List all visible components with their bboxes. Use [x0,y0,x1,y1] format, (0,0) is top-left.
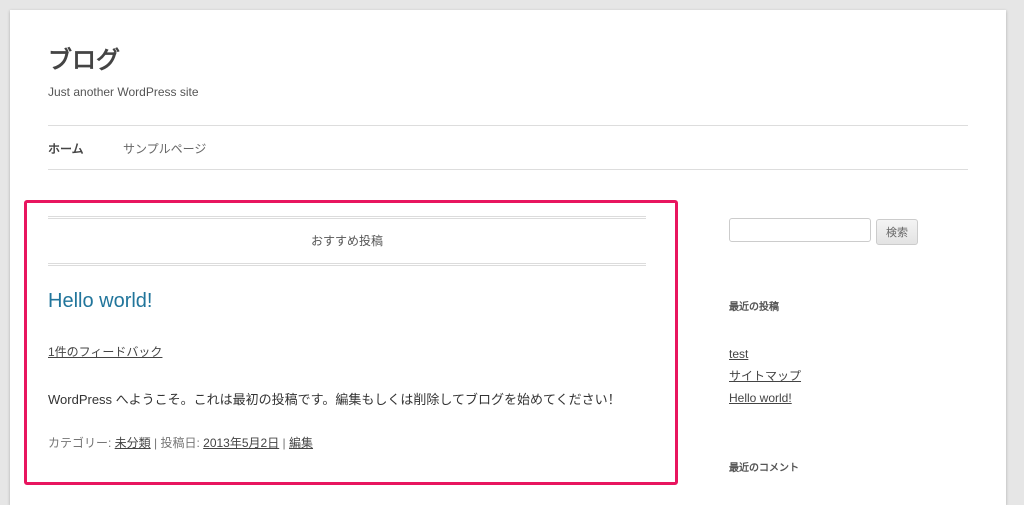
page: ブログ Just another WordPress site ホーム サンプル… [10,10,1006,505]
header-divider [48,125,968,126]
date-prefix: 投稿日: [160,436,204,450]
edit-link[interactable]: 編集 [289,436,313,450]
date-link[interactable]: 2013年5月2日 [203,436,279,450]
post-title-link[interactable]: Hello world! [48,290,152,313]
recent-posts-title: 最近の投稿 [729,302,779,313]
post-meta: カテゴリー: 未分類 | 投稿日: 2013年5月2日 | 編集 [48,434,313,451]
site-title[interactable]: ブログ [48,40,120,75]
meta-separator: | [279,436,289,450]
main-nav: ホーム サンプルページ [48,140,242,157]
post-content: WordPress へようこそ。これは最初の投稿です。編集もしくは削除してブログ… [48,392,621,407]
site-description: Just another WordPress site [48,85,199,99]
recent-posts-list: test サイトマップ Hello world! [729,343,801,409]
category-link[interactable]: 未分類 [115,436,151,450]
list-item: サイトマップ [729,365,801,387]
meta-separator: | [150,436,161,450]
recent-post-link[interactable]: test [729,347,748,361]
nav-item-sample-page[interactable]: サンプルページ [123,142,206,156]
category-prefix: カテゴリー: [48,436,115,450]
list-item: test [729,343,801,365]
recent-post-link[interactable]: Hello world! [729,391,792,405]
featured-post-label: おすすめ投稿 [48,216,646,266]
nav-divider [48,169,968,170]
list-item: Hello world! [729,387,801,409]
recent-comments-title: 最近のコメント [729,463,799,474]
comments-link[interactable]: 1件のフィードバック [48,343,162,360]
search-button[interactable]: 検索 [876,219,918,245]
recent-post-link[interactable]: サイトマップ [729,369,801,383]
nav-item-home[interactable]: ホーム [48,142,84,156]
search-input[interactable] [729,218,871,242]
